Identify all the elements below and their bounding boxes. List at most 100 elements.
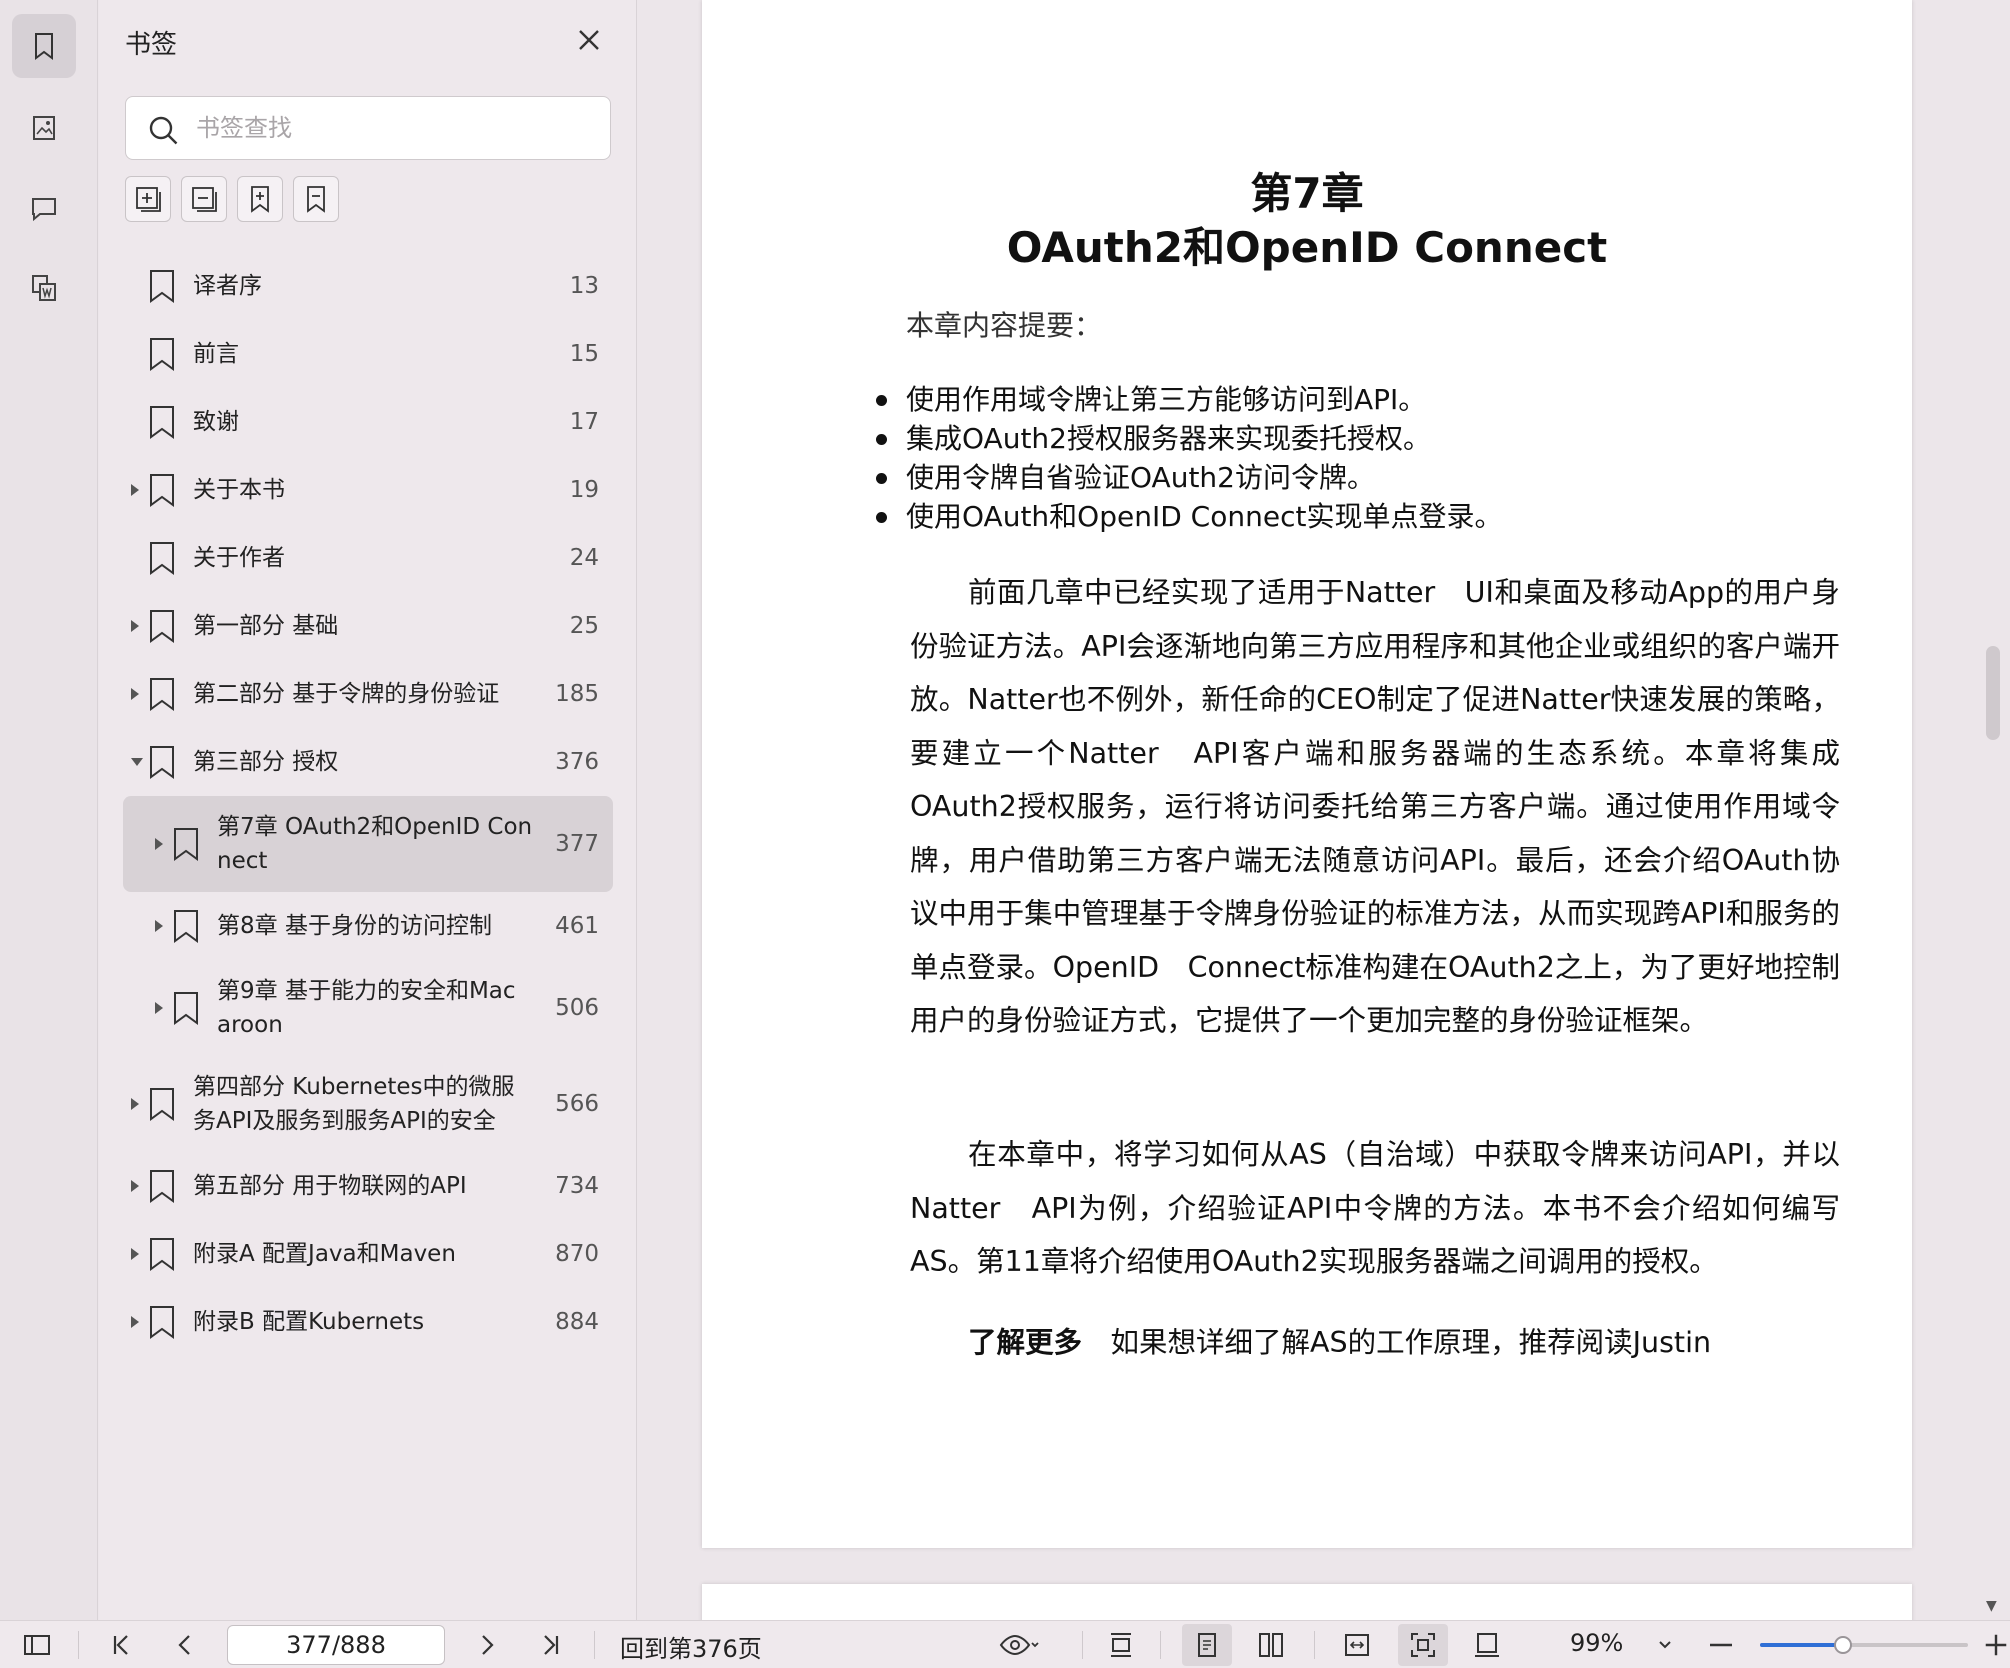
remove-bookmark-button[interactable] — [293, 176, 339, 222]
bookmark-icon — [147, 404, 177, 440]
caret-right-icon[interactable] — [155, 920, 163, 932]
bookmark-search — [125, 96, 611, 160]
bookmark-page-number: 24 — [569, 545, 599, 571]
bookmark-item[interactable]: 关于作者 24 — [123, 524, 613, 592]
document-view[interactable]: 第7章 OAuth2和OpenID Connect 本章内容提要： 使用作用域令… — [638, 0, 2010, 1644]
plus-icon — [1985, 1634, 2007, 1656]
fit-page-icon — [1411, 1633, 1435, 1657]
list-item: 使用令牌自省验证OAuth2访问令牌。 — [875, 458, 1502, 497]
caret-right-icon[interactable] — [131, 1180, 139, 1192]
divider — [1160, 1631, 1161, 1659]
bookmark-item[interactable]: 第五部分 用于物联网的API 734 — [123, 1152, 613, 1220]
bookmark-item[interactable]: 第二部分 基于令牌的身份验证 185 — [123, 660, 613, 728]
bookmark-label: 关于作者 — [193, 545, 285, 571]
close-icon[interactable] — [573, 24, 605, 56]
bookmark-item[interactable]: 第7章 OAuth2和OpenID Con nect 377 — [123, 796, 613, 892]
divider — [1314, 1631, 1315, 1659]
divider — [594, 1631, 595, 1659]
expand-all-icon — [136, 187, 161, 212]
scroll-down-icon[interactable]: ▼ — [1986, 1598, 1997, 1614]
zoom-out-button[interactable] — [1704, 1629, 1738, 1661]
bookmark-label: 第五部分 用于物联网的API — [193, 1173, 467, 1199]
chevron-down-icon — [1659, 1641, 1671, 1649]
two-page-button[interactable] — [1254, 1629, 1288, 1661]
search-input[interactable] — [196, 107, 596, 149]
bookmark-icon — [147, 540, 177, 576]
thumbnails-tab-icon[interactable] — [12, 96, 76, 160]
bookmark-item[interactable]: 第9章 基于能力的安全和Mac aroon 506 — [123, 960, 613, 1056]
bookmark-item[interactable]: 第三部分 授权 376 — [123, 728, 613, 796]
chevron-right-icon — [482, 1635, 494, 1655]
sidebar-icon — [24, 1635, 50, 1655]
collapse-all-button[interactable] — [181, 176, 227, 222]
last-page-button[interactable] — [534, 1629, 568, 1661]
bookmark-label: 附录B 配置Kubernets — [193, 1309, 425, 1335]
bookmark-icon — [147, 1168, 177, 1204]
body-paragraph: 前面几章中已经实现了适用于Natter UI和桌面及移动App的用户身份验证方法… — [910, 576, 1840, 1037]
zoom-in-button[interactable] — [1982, 1629, 2010, 1661]
vertical-scrollbar[interactable] — [1984, 0, 2010, 1620]
next-page-button[interactable] — [470, 1629, 504, 1661]
bookmark-item[interactable]: 附录A 配置Java和Maven 870 — [123, 1220, 613, 1288]
actual-size-button[interactable] — [1470, 1629, 1504, 1661]
bookmark-icon — [147, 1304, 177, 1340]
caret-right-icon[interactable] — [131, 484, 139, 496]
caret-right-icon[interactable] — [131, 1316, 139, 1328]
single-page-button[interactable] — [1182, 1624, 1232, 1666]
bookmark-page-number: 19 — [569, 477, 599, 503]
fit-page-button[interactable] — [1398, 1624, 1448, 1666]
scrollbar-thumb[interactable] — [1986, 646, 2000, 740]
learn-more-text: 如果想详细了解AS的工作原理，推荐阅读Justin — [1082, 1326, 1712, 1359]
continuous-scroll-button[interactable] — [1104, 1629, 1138, 1661]
zoom-level[interactable]: 99% — [1570, 1629, 1623, 1657]
caret-right-icon[interactable] — [131, 1248, 139, 1260]
bookmark-item[interactable]: 关于本书 19 — [123, 456, 613, 524]
bookmark-icon — [147, 676, 177, 712]
previous-page-button[interactable] — [168, 1629, 202, 1661]
bookmark-item[interactable]: 附录B 配置Kubernets 884 — [123, 1288, 613, 1356]
document-page: 第7章 OAuth2和OpenID Connect 本章内容提要： 使用作用域令… — [702, 0, 1912, 1548]
expand-all-button[interactable] — [125, 176, 171, 222]
remove-bookmark-icon — [307, 186, 325, 213]
bookmark-panel: 书签 译者序 13 前言 15 致谢 17 关于本书 19 关于作者 24 第一部分 基础 25 第二部… — [99, 0, 637, 1620]
bookmark-label: 第四部分 Kubernetes中的微服 务API及服务到服务API的安全 — [193, 1074, 515, 1134]
bookmark-icon — [147, 336, 177, 372]
bookmark-label: 附录A 配置Java和Maven — [193, 1241, 456, 1267]
bookmark-item[interactable]: 第一部分 基础 25 — [123, 592, 613, 660]
bookmark-item[interactable]: 第四部分 Kubernetes中的微服 务API及服务到服务API的安全 566 — [123, 1056, 613, 1152]
bookmark-item[interactable]: 前言 15 — [123, 320, 613, 388]
zoom-slider[interactable] — [1760, 1636, 1968, 1654]
add-bookmark-button[interactable] — [237, 176, 283, 222]
list-item: 集成OAuth2授权服务器来实现委托授权。 — [875, 419, 1502, 458]
bookmark-icon — [171, 826, 201, 862]
caret-right-icon[interactable] — [131, 620, 139, 632]
toggle-sidebar-button[interactable] — [20, 1629, 54, 1661]
bookmark-item[interactable]: 致谢 17 — [123, 388, 613, 456]
continuous-scroll-icon — [1111, 1633, 1131, 1657]
bookmark-icon — [147, 1086, 177, 1122]
back-to-page-link[interactable]: 回到第376页 — [620, 1629, 762, 1664]
page-number-input[interactable] — [227, 1625, 445, 1665]
divider — [78, 1631, 79, 1659]
zoom-slider-handle[interactable] — [1834, 1636, 1853, 1654]
bookmark-page-number: 25 — [569, 613, 599, 639]
caret-down-icon[interactable] — [131, 758, 143, 766]
summary-list: 使用作用域令牌让第三方能够访问到API。 集成OAuth2授权服务器来实现委托授… — [875, 380, 1502, 536]
caret-right-icon[interactable] — [131, 688, 139, 700]
first-page-button[interactable] — [104, 1629, 138, 1661]
caret-right-icon[interactable] — [131, 1098, 139, 1110]
fit-width-button[interactable] — [1340, 1629, 1374, 1661]
comments-tab-icon[interactable] — [12, 176, 76, 240]
caret-right-icon[interactable] — [155, 838, 163, 850]
convert-word-tab-icon[interactable] — [12, 256, 76, 320]
reading-mode-button[interactable] — [992, 1629, 1046, 1661]
bookmarks-tab-icon[interactable] — [12, 14, 76, 78]
chapter-title: OAuth2和OpenID Connect — [1006, 223, 1608, 272]
zoom-dropdown-button[interactable] — [1648, 1629, 1682, 1661]
caret-right-icon[interactable] — [155, 1002, 163, 1014]
bookmark-item[interactable]: 译者序 13 — [123, 252, 613, 320]
bookmark-page-number: 734 — [555, 1173, 599, 1199]
bookmark-item[interactable]: 第8章 基于身份的访问控制 461 — [123, 892, 613, 960]
bookmark-label: 关于本书 — [193, 477, 285, 503]
search-icon — [149, 116, 178, 145]
